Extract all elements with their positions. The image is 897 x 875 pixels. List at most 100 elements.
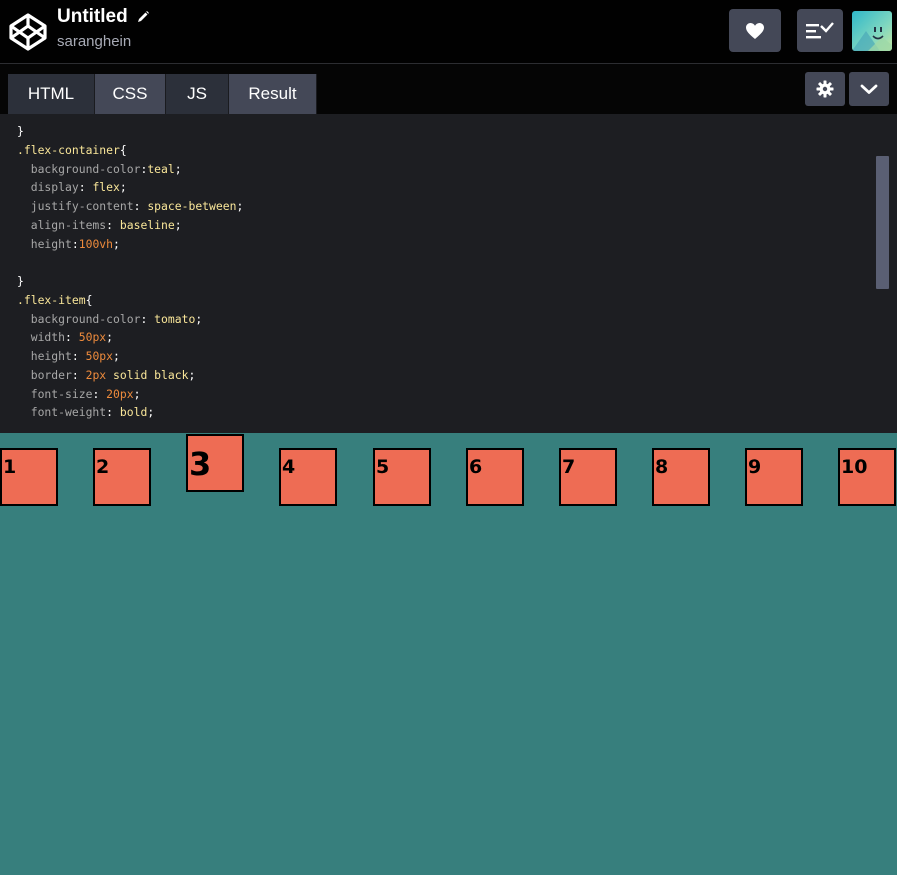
code-line: width: 50px; <box>17 328 243 347</box>
code-token: background-color <box>17 311 141 326</box>
code-token: space-between <box>147 199 237 213</box>
code-token: .flex-item <box>17 292 86 307</box>
code-token: 50px <box>85 349 114 363</box>
code-token: background-color <box>17 161 141 176</box>
editor-scrollbar[interactable] <box>876 156 889 289</box>
code-token: : <box>140 311 155 326</box>
code-token: : <box>65 330 79 345</box>
code-token: width <box>17 330 66 345</box>
code-token: .flex-container <box>17 142 120 157</box>
code-line: background-color:teal; <box>17 160 243 179</box>
code-token: bold <box>119 405 148 420</box>
code-token: teal <box>147 161 175 176</box>
code-token: ; <box>236 199 244 213</box>
code-token: border <box>17 367 72 382</box>
heart-icon <box>746 22 764 39</box>
code-line: .flex-container{ <box>17 141 243 160</box>
view-switcher-icon <box>806 21 834 38</box>
code-line: } <box>17 272 243 291</box>
flex-item-7: 7 <box>559 448 617 506</box>
code-token: { <box>119 142 127 157</box>
code-token: ; <box>106 330 114 345</box>
code-line: font-weight: bold; <box>17 403 243 422</box>
pencil-icon[interactable] <box>136 10 150 24</box>
code-line: } <box>17 122 243 141</box>
codepen-logo-icon[interactable] <box>8 12 48 52</box>
pen-title-area: Untitled saranghein <box>57 6 150 50</box>
flex-item-4: 4 <box>279 448 337 506</box>
code-token: baseline <box>119 217 175 232</box>
code-token: ; <box>113 236 120 251</box>
code-line: display: flex; <box>17 178 243 197</box>
code-token: 20px <box>106 386 134 401</box>
heart-button[interactable] <box>729 9 781 52</box>
css-code-editor[interactable]: } .flex-container{ background-color:teal;… <box>0 114 897 433</box>
code-token: height <box>17 349 72 363</box>
code-line: border: 2px solid black; <box>17 366 243 385</box>
code-token: : <box>71 349 86 363</box>
collapse-button[interactable] <box>849 72 889 106</box>
code-token: 100vh <box>78 236 114 251</box>
user-avatar[interactable] <box>852 11 892 51</box>
flex-item-1: 1 <box>0 448 58 506</box>
pen-title[interactable]: Untitled <box>57 6 128 28</box>
code-line: justify-content: space-between; <box>17 197 244 216</box>
flex-item-6: 6 <box>466 448 524 506</box>
flex-item-2: 2 <box>93 448 151 506</box>
code-token: ; <box>119 180 127 195</box>
tab-result[interactable]: Result <box>229 74 317 114</box>
pen-author[interactable]: saranghein <box>57 33 150 50</box>
flex-item-10: 10 <box>838 448 896 506</box>
code-token: justify-content <box>17 199 134 213</box>
code-token: solid black <box>113 367 189 382</box>
code-lines[interactable]: } .flex-container{ background-color:teal;… <box>17 122 243 422</box>
code-line: align-items: baseline; <box>17 216 243 235</box>
code-token: tomato <box>154 311 196 326</box>
code-token: ; <box>174 161 182 176</box>
flex-item-9: 9 <box>745 448 803 506</box>
flex-item-3: 3 <box>186 434 244 492</box>
code-token: : <box>106 217 120 232</box>
flex-item-5: 5 <box>373 448 431 506</box>
code-token: } <box>17 274 24 288</box>
code-line: height: 50px; <box>17 347 243 366</box>
code-token: flex <box>92 180 120 195</box>
code-token: 2px <box>85 367 107 382</box>
code-line: height:100vh; <box>17 235 243 254</box>
code-token: : <box>133 199 148 213</box>
tab-html[interactable]: HTML <box>8 74 95 114</box>
code-line: background-color: tomato; <box>17 310 243 329</box>
tab-js[interactable]: JS <box>166 74 229 114</box>
code-token: font-size <box>17 386 93 401</box>
code-token: { <box>85 292 93 307</box>
code-token: height <box>17 236 72 251</box>
change-view-button[interactable] <box>797 9 843 52</box>
editor-tabs-bar: HTML CSS JS Result <box>0 64 897 114</box>
tab-css[interactable]: CSS <box>95 74 166 114</box>
top-header: Untitled saranghein <box>0 0 897 64</box>
code-token: } <box>17 124 24 138</box>
result-preview: 1 2 3 4 5 6 7 8 9 10 <box>0 433 897 875</box>
chevron-down-icon <box>860 84 878 94</box>
code-token: ; <box>113 349 120 363</box>
code-token: : <box>71 367 86 382</box>
avatar-icon <box>852 11 892 51</box>
code-token: : <box>78 180 93 195</box>
code-token: 50px <box>78 330 107 345</box>
code-token: font-weight <box>17 405 107 420</box>
code-token: ; <box>195 311 203 326</box>
code-token: ; <box>147 405 155 420</box>
code-token: align-items <box>17 217 107 232</box>
code-line: .flex-item{ <box>17 291 243 310</box>
code-token: display <box>17 180 79 195</box>
pen-title-row: Untitled <box>57 6 150 28</box>
settings-button[interactable] <box>805 72 845 106</box>
gear-icon <box>816 80 834 98</box>
code-token: ; <box>174 217 182 232</box>
code-token: : <box>92 386 107 401</box>
code-token: : <box>71 236 79 251</box>
code-token: ; <box>188 367 196 382</box>
code-line: font-size: 20px; <box>17 385 243 404</box>
